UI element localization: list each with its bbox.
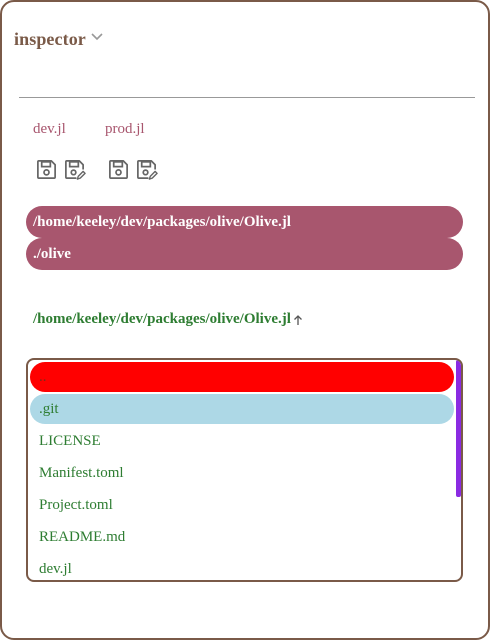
list-scrollbar[interactable] bbox=[456, 360, 461, 497]
list-item[interactable]: Manifest.toml bbox=[30, 458, 454, 488]
list-item-parent-dir[interactable]: .. bbox=[30, 362, 454, 392]
project-path-pill[interactable]: /home/keeley/dev/packages/olive/Olive.jl bbox=[26, 206, 463, 238]
olive-path-pill[interactable]: ./olive bbox=[26, 238, 463, 270]
save-as-icon[interactable] bbox=[135, 158, 158, 181]
list-item[interactable]: dev.jl bbox=[30, 554, 454, 580]
list-item[interactable]: Project.toml bbox=[30, 490, 454, 520]
prod-file-actions bbox=[107, 158, 158, 181]
file-browser-list[interactable]: .. .git LICENSE Manifest.toml Project.to… bbox=[26, 358, 463, 582]
file-tab-prod[interactable]: prod.jl bbox=[105, 121, 177, 138]
file-tabs: dev.jl prod.jl bbox=[33, 121, 177, 138]
save-as-icon[interactable] bbox=[63, 158, 86, 181]
save-icon[interactable] bbox=[107, 158, 130, 181]
header-divider bbox=[19, 97, 475, 98]
list-item[interactable]: README.md bbox=[30, 522, 454, 552]
list-item[interactable]: .git bbox=[30, 394, 454, 424]
file-tab-dev[interactable]: dev.jl bbox=[33, 121, 105, 138]
arrow-up-icon[interactable] bbox=[292, 313, 304, 327]
current-directory: /home/keeley/dev/packages/olive/Olive.jl bbox=[33, 311, 304, 328]
chevron-down-icon[interactable] bbox=[90, 30, 104, 44]
dev-file-actions bbox=[35, 158, 86, 181]
inspector-title: inspector bbox=[14, 29, 86, 49]
save-icon[interactable] bbox=[35, 158, 58, 181]
inspector-header: inspector bbox=[14, 29, 104, 50]
list-item[interactable]: LICENSE bbox=[30, 426, 454, 456]
inspector-panel: inspector dev.jl prod.jl /home/keeley/de… bbox=[0, 0, 490, 640]
current-directory-label: /home/keeley/dev/packages/olive/Olive.jl bbox=[33, 311, 291, 327]
